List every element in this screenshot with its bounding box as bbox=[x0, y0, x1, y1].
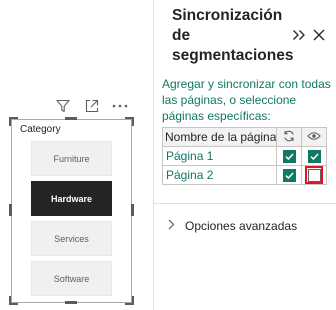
sync-slicers-pane: Sincronización de segmentaciones Agregar… bbox=[153, 0, 336, 310]
table-row: Página 2 bbox=[161, 165, 328, 185]
visibility-column-header bbox=[301, 127, 328, 147]
resize-handle-left[interactable] bbox=[9, 204, 12, 216]
sync-cell bbox=[276, 165, 303, 185]
sync-checkbox-page-2[interactable] bbox=[282, 169, 296, 183]
resize-handle-bottom[interactable] bbox=[65, 301, 77, 304]
chevron-right-icon bbox=[168, 217, 175, 235]
resize-handle-top[interactable] bbox=[65, 117, 77, 120]
table-header-row: Nombre de la página bbox=[161, 127, 328, 147]
page-name-header: Nombre de la página bbox=[161, 127, 278, 147]
visible-cell bbox=[301, 146, 328, 166]
slicer-tile-software[interactable]: Software bbox=[31, 261, 112, 296]
sync-checkbox-page-1[interactable] bbox=[282, 150, 296, 164]
resize-corner-bottom-left[interactable] bbox=[9, 296, 18, 305]
pane-title: Sincronización de segmentaciones bbox=[172, 7, 294, 64]
visual-header bbox=[54, 98, 132, 114]
sync-icon bbox=[283, 130, 295, 145]
slicer-title: Category bbox=[20, 124, 61, 135]
close-icon[interactable] bbox=[311, 27, 327, 43]
visible-cell bbox=[301, 165, 328, 185]
slicer-tile-hardware[interactable]: Hardware bbox=[31, 181, 112, 216]
advanced-options-toggle[interactable]: Opciones avanzadas bbox=[168, 216, 297, 236]
collapse-pane-icon[interactable] bbox=[291, 27, 307, 43]
sync-cell bbox=[276, 146, 303, 166]
visible-checkbox-page-2[interactable] bbox=[307, 168, 321, 182]
pane-description: Agregar y sincronizar con todas las pági… bbox=[162, 77, 331, 123]
divider bbox=[154, 203, 336, 204]
filter-icon[interactable] bbox=[54, 98, 72, 114]
slicer-tile-services[interactable]: Services bbox=[31, 221, 112, 256]
slicer-tile-furniture[interactable]: Furniture bbox=[31, 141, 112, 176]
resize-handle-right[interactable] bbox=[131, 204, 134, 216]
advanced-options-label: Opciones avanzadas bbox=[185, 219, 298, 233]
highlight-box bbox=[305, 166, 324, 184]
sync-column-header bbox=[276, 127, 303, 147]
focus-mode-icon[interactable] bbox=[83, 98, 101, 114]
table-row: Página 1 bbox=[161, 146, 328, 166]
page-name-cell: Página 2 bbox=[161, 165, 278, 185]
more-options-icon[interactable] bbox=[111, 98, 129, 114]
resize-corner-top-right[interactable] bbox=[125, 117, 134, 126]
visibility-icon bbox=[307, 130, 322, 144]
visible-checkbox-page-1[interactable] bbox=[307, 150, 321, 164]
page-name-cell: Página 1 bbox=[161, 146, 278, 166]
sync-pages-table: Nombre de la página Página 1 Página 2 bbox=[161, 127, 328, 185]
resize-corner-top-left[interactable] bbox=[9, 117, 18, 126]
report-canvas: Category Furniture Hardware Services Sof… bbox=[0, 0, 152, 310]
resize-corner-bottom-right[interactable] bbox=[125, 296, 134, 305]
